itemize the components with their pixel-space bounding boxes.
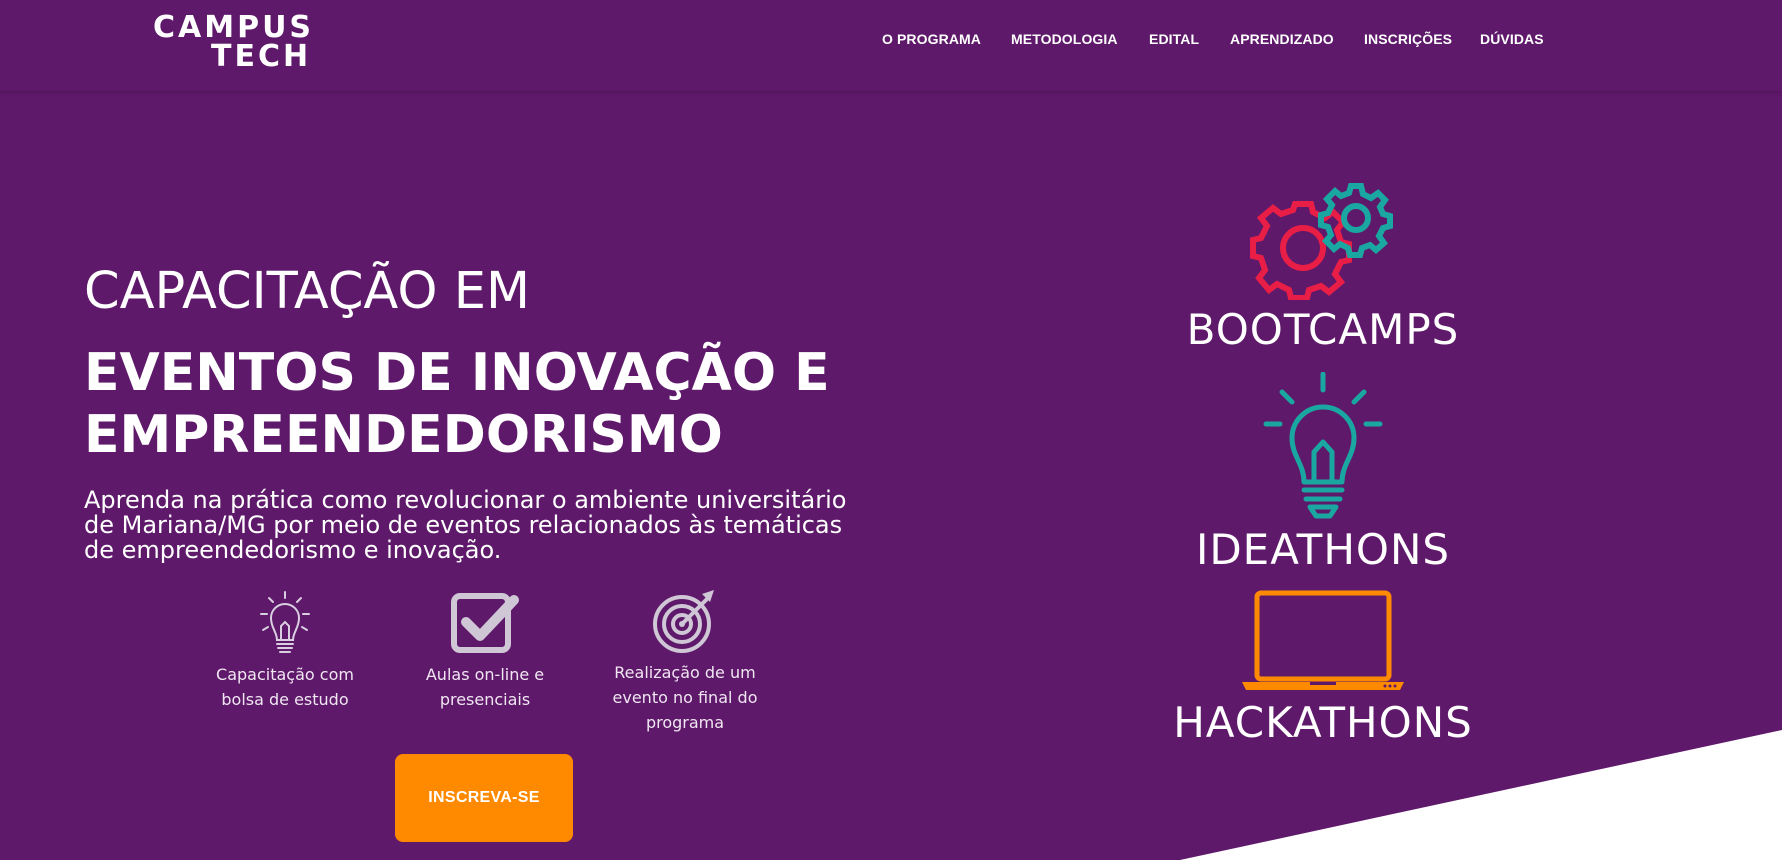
hero-title: EVENTOS DE INOVAÇÃO E EMPREENDEDORISMO xyxy=(84,342,830,466)
ideathons-lightbulb-icon xyxy=(1263,372,1383,519)
navbar: CAMPUS TECH O PROGRAMA METODOLOGIA EDITA… xyxy=(0,0,1782,92)
feature-scholarship-line2: bolsa de estudo xyxy=(221,690,349,709)
hero-description: Aprenda na prática como revolucionar o a… xyxy=(84,486,847,564)
subscribe-button[interactable]: INSCREVA-SE xyxy=(395,754,573,842)
logo-line1: CAMPUS xyxy=(153,10,315,45)
nav-inscricoes[interactable]: INSCRIÇÕES xyxy=(1364,31,1452,47)
feature-classes: Aulas on-line e presenciais xyxy=(410,590,560,712)
feature-event-line1: Realização de um xyxy=(614,663,756,682)
category-ideathons-label: IDEATHONS xyxy=(1195,525,1451,574)
feature-scholarship-line1: Capacitação com xyxy=(216,665,354,684)
hero-title-line2: EMPREENDEDORISMO xyxy=(84,405,723,465)
target-icon xyxy=(653,590,714,653)
laptop-icon xyxy=(1242,590,1404,690)
category-hackathons-label: HACKATHONS xyxy=(1173,698,1473,747)
feature-event: Realização de um evento no final do prog… xyxy=(605,588,765,735)
feature-event-line3: programa xyxy=(645,713,725,732)
logo[interactable]: CAMPUS TECH xyxy=(153,10,323,74)
feature-classes-line1: Aulas on-line e xyxy=(425,665,545,684)
feature-event-line2: evento no final do xyxy=(612,688,758,707)
nav-o-programa[interactable]: O PROGRAMA xyxy=(882,31,981,47)
hero-pretitle: CAPACITAÇÃO EM xyxy=(84,262,531,321)
nav-edital[interactable]: EDITAL xyxy=(1149,31,1199,47)
lightbulb-icon xyxy=(260,591,310,653)
nav-aprendizado[interactable]: APRENDIZADO xyxy=(1230,31,1334,47)
nav-metodologia[interactable]: METODOLOGIA xyxy=(1011,31,1118,47)
logo-line2: TECH xyxy=(211,39,312,74)
gears-icon xyxy=(1250,183,1393,300)
feature-classes-line2: presenciais xyxy=(439,690,531,709)
checkbox-icon xyxy=(451,593,519,653)
hero-title-line1: EVENTOS DE INOVAÇÃO E xyxy=(84,343,830,403)
feature-scholarship: Capacitação com bolsa de estudo xyxy=(205,590,365,712)
main-nav: O PROGRAMA METODOLOGIA EDITAL APRENDIZAD… xyxy=(882,31,1782,55)
nav-duvidas[interactable]: DÚVIDAS xyxy=(1480,31,1544,47)
category-bootcamps-label: BOOTCAMPS xyxy=(1186,305,1460,354)
